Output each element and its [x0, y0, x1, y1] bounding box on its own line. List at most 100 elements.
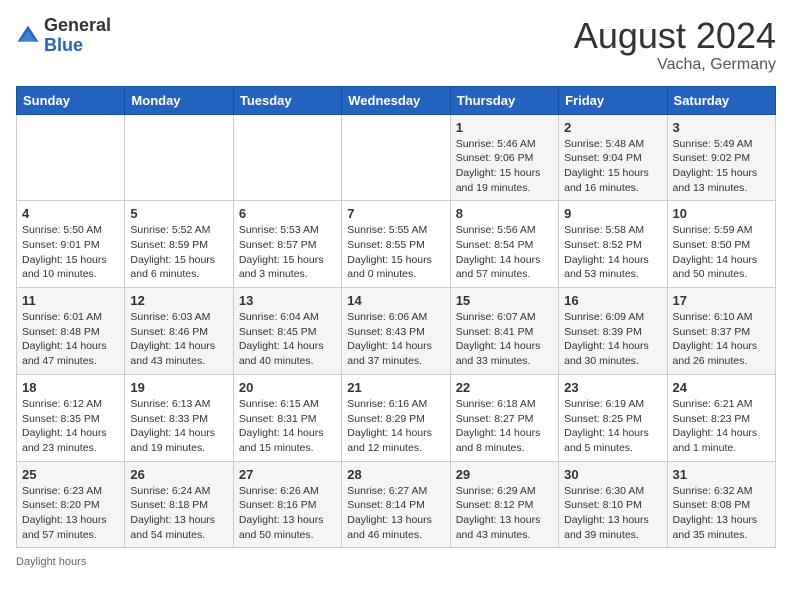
day-info: Sunrise: 6:04 AM Sunset: 8:45 PM Dayligh… — [239, 310, 336, 369]
day-number: 31 — [673, 467, 770, 482]
day-number: 1 — [456, 120, 553, 135]
day-number: 10 — [673, 206, 770, 221]
day-info: Sunrise: 5:56 AM Sunset: 8:54 PM Dayligh… — [456, 223, 553, 282]
calendar-cell: 7 Sunrise: 5:55 AM Sunset: 8:55 PM Daylig… — [342, 201, 450, 288]
calendar-cell: 20 Sunrise: 6:15 AM Sunset: 8:31 PM Dayli… — [233, 374, 341, 461]
logo-blue-text: Blue — [44, 36, 111, 56]
calendar-cell: 14Sunrise: 6:06 AM Sunset: 8:43 PM Dayli… — [342, 288, 450, 375]
logo-text: General Blue — [44, 16, 111, 56]
footer-label: Daylight hours — [16, 556, 86, 568]
calendar-cell: 15Sunrise: 6:07 AM Sunset: 8:41 PM Dayli… — [450, 288, 558, 375]
day-number: 2 — [564, 120, 661, 135]
calendar-cell — [342, 114, 450, 201]
day-number: 27 — [239, 467, 336, 482]
calendar-cell: 18 Sunrise: 6:12 AM Sunset: 8:35 PM Dayli… — [17, 374, 125, 461]
day-info: Sunrise: 6:29 AM Sunset: 8:12 PM Dayligh… — [456, 484, 553, 543]
calendar-week-row: 25 Sunrise: 6:23 AM Sunset: 8:20 PM Dayli… — [17, 461, 776, 548]
calendar-cell: 4 Sunrise: 5:50 AM Sunset: 9:01 PM Daylig… — [17, 201, 125, 288]
day-number: 17 — [673, 293, 770, 308]
calendar-cell: 17Sunrise: 6:10 AM Sunset: 8:37 PM Dayli… — [667, 288, 775, 375]
calendar-cell: 3Sunrise: 5:49 AM Sunset: 9:02 PM Daylig… — [667, 114, 775, 201]
day-number: 6 — [239, 206, 336, 221]
day-info: Sunrise: 5:55 AM Sunset: 8:55 PM Dayligh… — [347, 223, 444, 282]
calendar-cell: 22Sunrise: 6:18 AM Sunset: 8:27 PM Dayli… — [450, 374, 558, 461]
day-number: 29 — [456, 467, 553, 482]
calendar-table: SundayMondayTuesdayWednesdayThursdayFrid… — [16, 86, 776, 549]
day-number: 16 — [564, 293, 661, 308]
header-thursday: Thursday — [450, 86, 558, 114]
calendar-cell: 27 Sunrise: 6:26 AM Sunset: 8:16 PM Dayli… — [233, 461, 341, 548]
day-info: Sunrise: 6:09 AM Sunset: 8:39 PM Dayligh… — [564, 310, 661, 369]
day-info: Sunrise: 6:23 AM Sunset: 8:20 PM Dayligh… — [22, 484, 119, 543]
logo-icon — [16, 24, 40, 48]
calendar-cell: 26 Sunrise: 6:24 AM Sunset: 8:18 PM Dayli… — [125, 461, 233, 548]
day-info: Sunrise: 6:15 AM Sunset: 8:31 PM Dayligh… — [239, 397, 336, 456]
day-number: 12 — [130, 293, 227, 308]
calendar-cell — [233, 114, 341, 201]
calendar-cell: 25 Sunrise: 6:23 AM Sunset: 8:20 PM Dayli… — [17, 461, 125, 548]
day-info: Sunrise: 5:49 AM Sunset: 9:02 PM Dayligh… — [673, 137, 770, 196]
day-number: 11 — [22, 293, 119, 308]
day-info: Sunrise: 5:59 AM Sunset: 8:50 PM Dayligh… — [673, 223, 770, 282]
calendar-cell: 19Sunrise: 6:13 AM Sunset: 8:33 PM Dayli… — [125, 374, 233, 461]
day-info: Sunrise: 5:53 AM Sunset: 8:57 PM Dayligh… — [239, 223, 336, 282]
calendar-cell: 8 Sunrise: 5:56 AM Sunset: 8:54 PM Daylig… — [450, 201, 558, 288]
calendar-cell: 9Sunrise: 5:58 AM Sunset: 8:52 PM Daylig… — [559, 201, 667, 288]
calendar-cell: 1Sunrise: 5:46 AM Sunset: 9:06 PM Daylig… — [450, 114, 558, 201]
day-number: 8 — [456, 206, 553, 221]
day-info: Sunrise: 6:06 AM Sunset: 8:43 PM Dayligh… — [347, 310, 444, 369]
day-info: Sunrise: 5:52 AM Sunset: 8:59 PM Dayligh… — [130, 223, 227, 282]
day-info: Sunrise: 6:03 AM Sunset: 8:46 PM Dayligh… — [130, 310, 227, 369]
calendar-cell: 29 Sunrise: 6:29 AM Sunset: 8:12 PM Dayli… — [450, 461, 558, 548]
calendar-cell: 2 Sunrise: 5:48 AM Sunset: 9:04 PM Daylig… — [559, 114, 667, 201]
day-info: Sunrise: 6:12 AM Sunset: 8:35 PM Dayligh… — [22, 397, 119, 456]
logo: General Blue — [16, 16, 111, 56]
location: Vacha, Germany — [574, 56, 776, 74]
day-number: 30 — [564, 467, 661, 482]
day-number: 21 — [347, 380, 444, 395]
day-info: Sunrise: 6:19 AM Sunset: 8:25 PM Dayligh… — [564, 397, 661, 456]
page-header: General Blue August 2024 Vacha, Germany — [16, 16, 776, 74]
calendar-week-row: 11 Sunrise: 6:01 AM Sunset: 8:48 PM Dayli… — [17, 288, 776, 375]
day-info: Sunrise: 5:50 AM Sunset: 9:01 PM Dayligh… — [22, 223, 119, 282]
day-info: Sunrise: 6:21 AM Sunset: 8:23 PM Dayligh… — [673, 397, 770, 456]
calendar-cell: 16 Sunrise: 6:09 AM Sunset: 8:39 PM Dayli… — [559, 288, 667, 375]
day-number: 15 — [456, 293, 553, 308]
calendar-cell: 12 Sunrise: 6:03 AM Sunset: 8:46 PM Dayli… — [125, 288, 233, 375]
day-info: Sunrise: 5:48 AM Sunset: 9:04 PM Dayligh… — [564, 137, 661, 196]
calendar-header-row: SundayMondayTuesdayWednesdayThursdayFrid… — [17, 86, 776, 114]
day-number: 13 — [239, 293, 336, 308]
day-info: Sunrise: 6:26 AM Sunset: 8:16 PM Dayligh… — [239, 484, 336, 543]
day-info: Sunrise: 6:18 AM Sunset: 8:27 PM Dayligh… — [456, 397, 553, 456]
day-number: 9 — [564, 206, 661, 221]
title-block: August 2024 Vacha, Germany — [574, 16, 776, 74]
footer: Daylight hours — [16, 556, 776, 568]
calendar-cell: 21Sunrise: 6:16 AM Sunset: 8:29 PM Dayli… — [342, 374, 450, 461]
header-sunday: Sunday — [17, 86, 125, 114]
calendar-cell: 13 Sunrise: 6:04 AM Sunset: 8:45 PM Dayli… — [233, 288, 341, 375]
day-number: 7 — [347, 206, 444, 221]
day-number: 26 — [130, 467, 227, 482]
day-number: 4 — [22, 206, 119, 221]
calendar-cell: 30 Sunrise: 6:30 AM Sunset: 8:10 PM Dayli… — [559, 461, 667, 548]
day-info: Sunrise: 6:01 AM Sunset: 8:48 PM Dayligh… — [22, 310, 119, 369]
header-monday: Monday — [125, 86, 233, 114]
day-info: Sunrise: 6:27 AM Sunset: 8:14 PM Dayligh… — [347, 484, 444, 543]
day-info: Sunrise: 6:24 AM Sunset: 8:18 PM Dayligh… — [130, 484, 227, 543]
header-saturday: Saturday — [667, 86, 775, 114]
calendar-cell — [17, 114, 125, 201]
calendar-cell: 24Sunrise: 6:21 AM Sunset: 8:23 PM Dayli… — [667, 374, 775, 461]
calendar-cell — [125, 114, 233, 201]
day-number: 25 — [22, 467, 119, 482]
day-info: Sunrise: 6:13 AM Sunset: 8:33 PM Dayligh… — [130, 397, 227, 456]
header-tuesday: Tuesday — [233, 86, 341, 114]
day-number: 23 — [564, 380, 661, 395]
calendar-cell: 5Sunrise: 5:52 AM Sunset: 8:59 PM Daylig… — [125, 201, 233, 288]
logo-general-text: General — [44, 16, 111, 36]
day-number: 20 — [239, 380, 336, 395]
day-number: 28 — [347, 467, 444, 482]
calendar-cell: 6 Sunrise: 5:53 AM Sunset: 8:57 PM Daylig… — [233, 201, 341, 288]
calendar-cell: 28 Sunrise: 6:27 AM Sunset: 8:14 PM Dayli… — [342, 461, 450, 548]
day-number: 18 — [22, 380, 119, 395]
day-info: Sunrise: 6:30 AM Sunset: 8:10 PM Dayligh… — [564, 484, 661, 543]
